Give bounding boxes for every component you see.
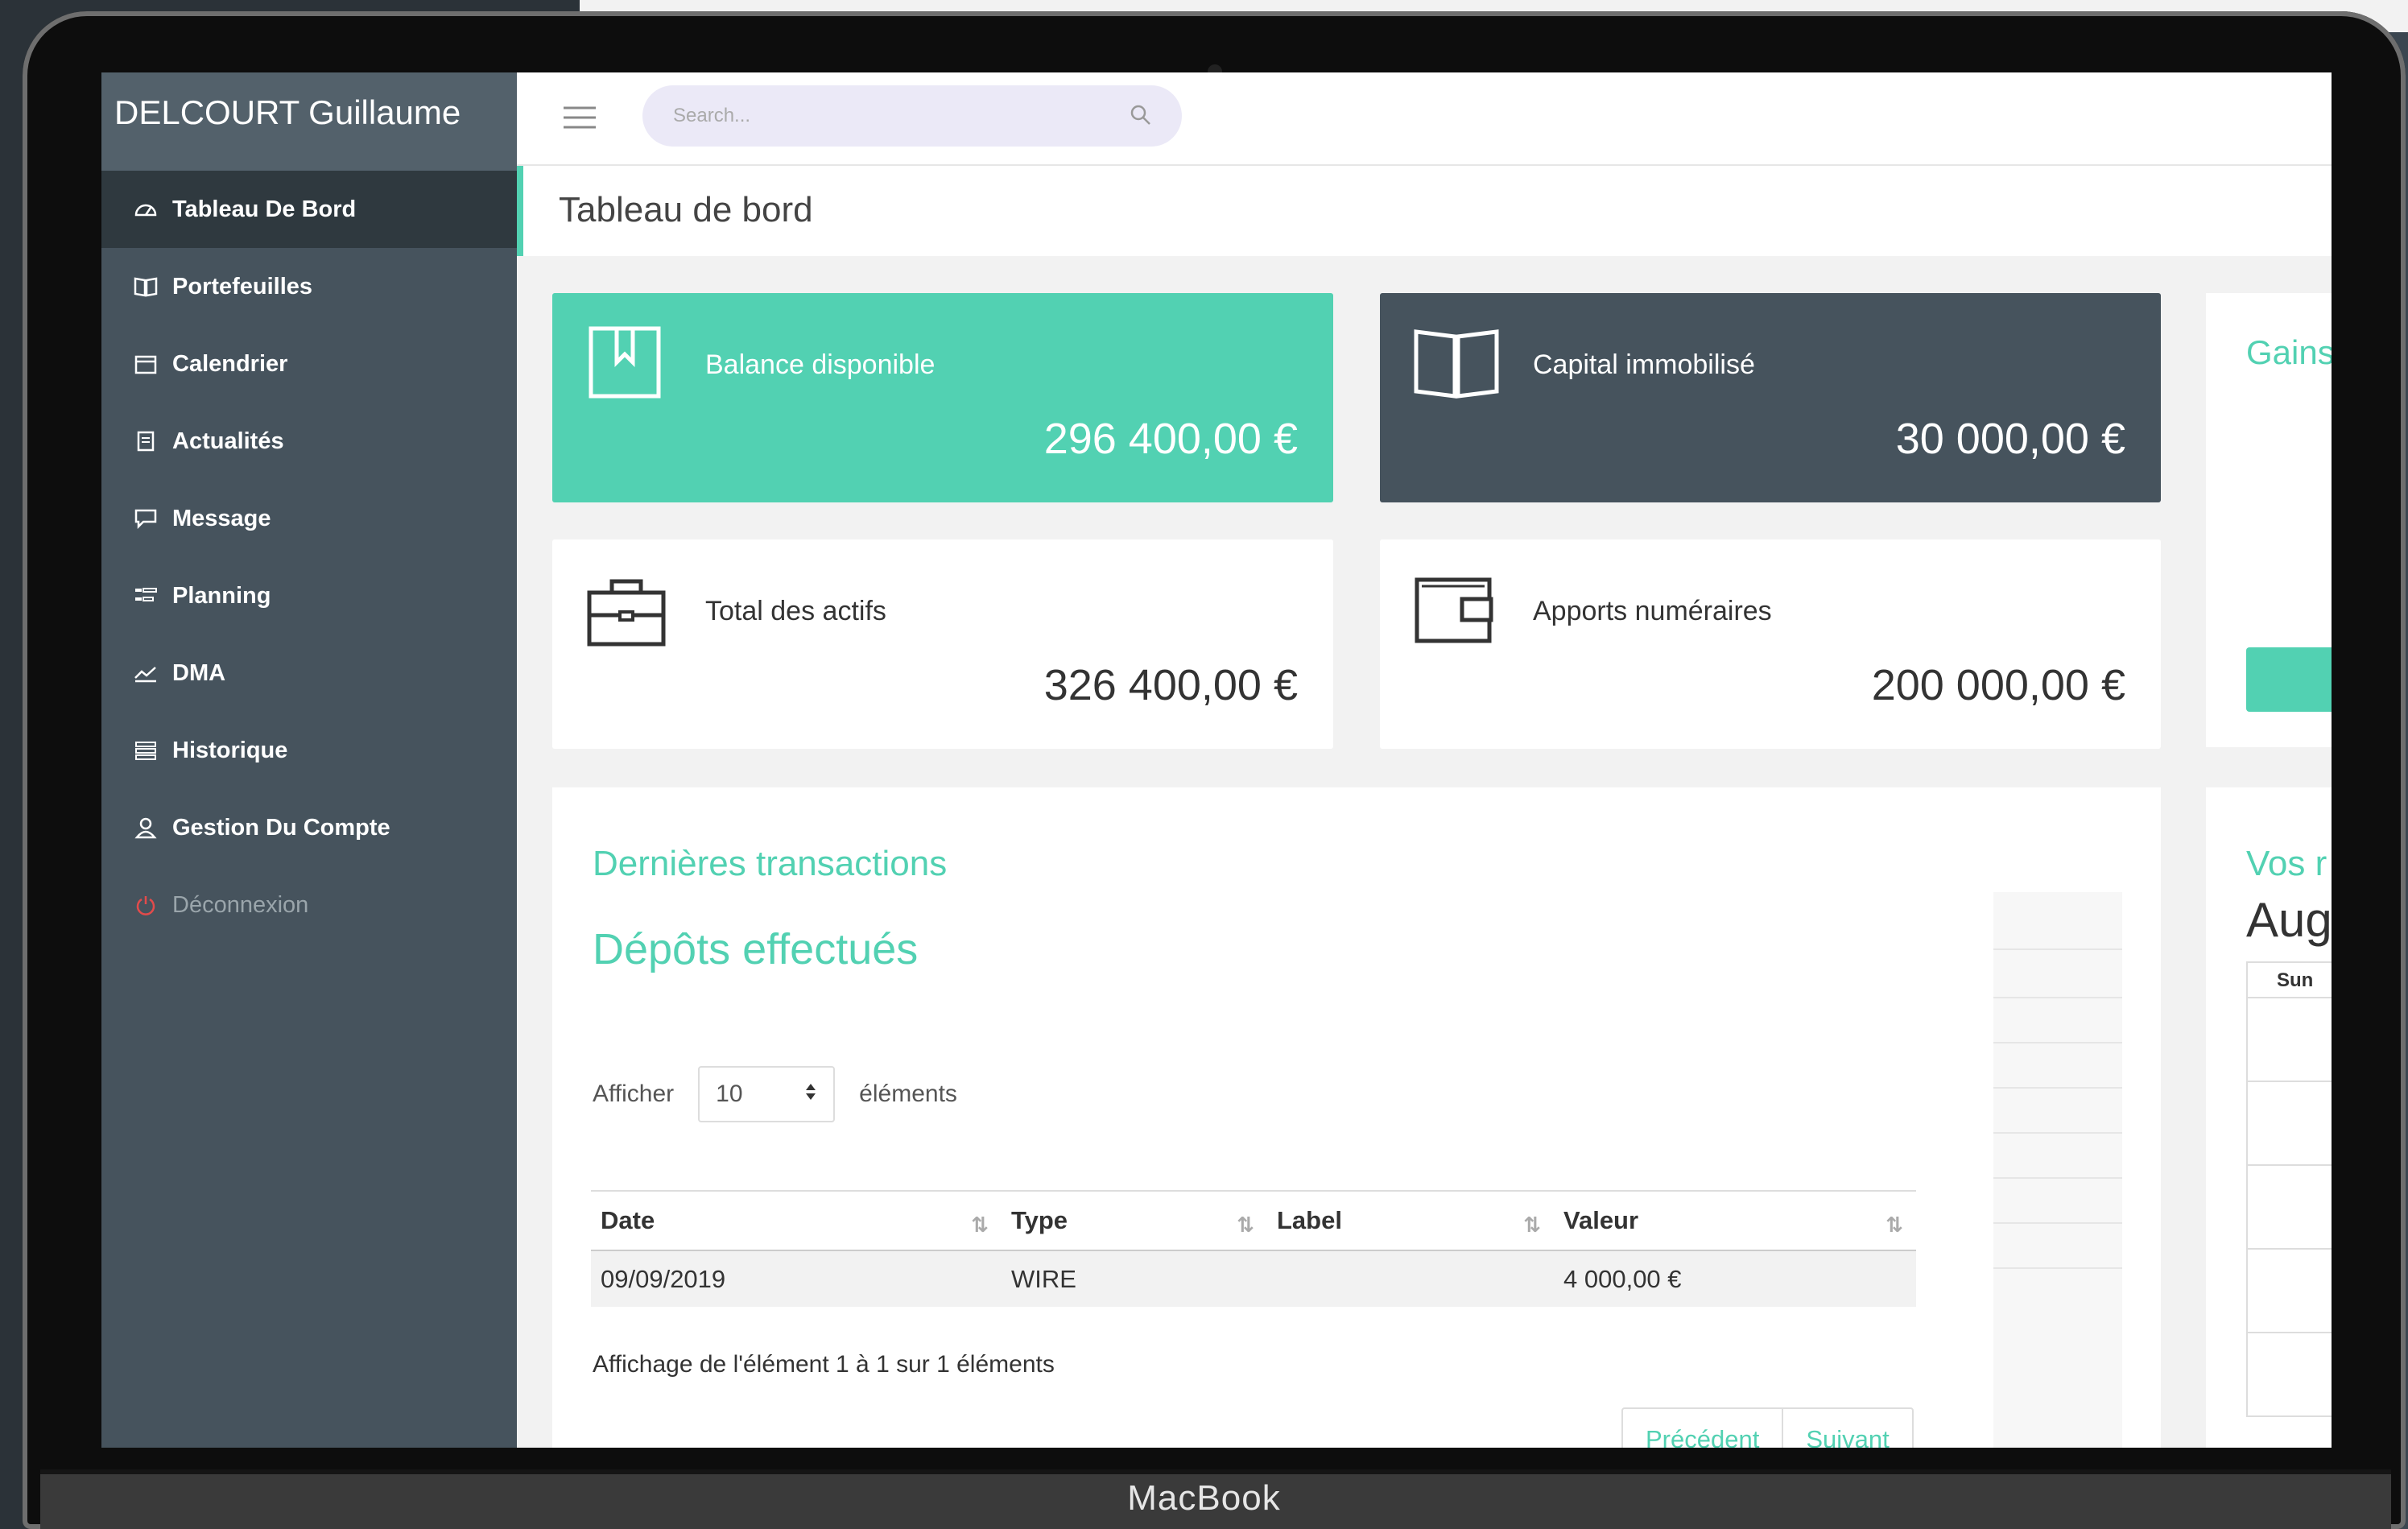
- bookmark-icon: [584, 322, 665, 407]
- calendar-month: Aug: [2246, 893, 2332, 947]
- sidebar-item-portefeuilles[interactable]: Portefeuilles: [101, 248, 517, 325]
- cell-date: 09/09/2019: [591, 1250, 1002, 1307]
- page-size-control: Afficher 10 éléments: [593, 1066, 957, 1122]
- column-header-valeur[interactable]: Valeur ⇅: [1554, 1190, 1916, 1251]
- wallet-icon: [1412, 568, 1496, 653]
- sidebar-item-label: Message: [172, 505, 271, 531]
- book-icon: [132, 275, 159, 299]
- sidebar-item-dma[interactable]: DMA: [101, 634, 517, 712]
- sidebar-item-message[interactable]: Message: [101, 480, 517, 557]
- column-header-date[interactable]: Date ⇅: [591, 1190, 1002, 1251]
- sidebar-item-label: DMA: [172, 659, 226, 686]
- sidebar-item-label: Historique: [172, 737, 288, 763]
- sidebar-item-label: Actualités: [172, 428, 284, 454]
- user-icon: [132, 816, 159, 840]
- topbar: Search...: [517, 72, 2332, 166]
- cell-value: 4 000,00 €: [1554, 1250, 1916, 1307]
- search-icon[interactable]: [1129, 103, 1153, 133]
- sort-icon: ⇅: [1523, 1213, 1541, 1237]
- card-value: 296 400,00 €: [1043, 415, 1298, 463]
- laptop-brand: MacBook: [1127, 1478, 1281, 1518]
- calendar-week[interactable]: 18: [2246, 1250, 2332, 1333]
- calendar-week[interactable]: 11: [2246, 1166, 2332, 1250]
- search-input[interactable]: Search...: [642, 85, 1182, 147]
- card-balance: Balance disponible 296 400,00 €: [552, 293, 1333, 502]
- transactions-title: Dépôts effectués: [593, 925, 919, 973]
- next-button[interactable]: Suivant: [1782, 1409, 1911, 1448]
- sort-icon: ⇅: [971, 1213, 989, 1237]
- news-icon: [132, 429, 159, 453]
- transactions-panel: Dernières transactions Dépôts effectués …: [552, 787, 2161, 1448]
- gains-button[interactable]: [2246, 647, 2332, 712]
- cell-label: [1267, 1250, 1554, 1307]
- sidebar-item-actualites[interactable]: Actualités: [101, 403, 517, 480]
- card-label: Total des actifs: [705, 596, 886, 626]
- planning-icon: [132, 584, 159, 608]
- calendar-week[interactable]: 25: [2246, 1333, 2332, 1417]
- pagination: Précédent Suivant: [1621, 1407, 1914, 1448]
- sidebar-item-historique[interactable]: Historique: [101, 712, 517, 789]
- card-apports: Apports numéraires 200 000,00 €: [1380, 539, 2161, 749]
- previous-button[interactable]: Précédent: [1623, 1409, 1782, 1448]
- card-value: 326 400,00 €: [1043, 661, 1298, 709]
- power-icon: [132, 893, 159, 917]
- sidebar-item-calendrier[interactable]: Calendrier: [101, 325, 517, 403]
- sidebar: DELCOURT Guillaume Tableau De Bord Porte…: [101, 72, 517, 1448]
- menu-icon[interactable]: [560, 103, 599, 132]
- column-header-type[interactable]: Type ⇅: [1002, 1190, 1267, 1251]
- calendar-card: Vos r Aug Sun 28 4 11 18 25: [2206, 787, 2332, 1448]
- page-size-value: 10: [716, 1081, 743, 1107]
- calendar-title: Vos r: [2246, 844, 2327, 883]
- sort-icon: ⇅: [1886, 1213, 1903, 1237]
- sidebar-item-label: Portefeuilles: [172, 273, 313, 300]
- sidebar-item-label: Déconnexion: [172, 891, 309, 918]
- show-label: Afficher: [593, 1081, 675, 1107]
- calendar-week[interactable]: 28: [2246, 998, 2332, 1082]
- calendar-week[interactable]: 4: [2246, 1082, 2332, 1166]
- search-placeholder: Search...: [673, 105, 751, 126]
- open-book-icon: [1412, 322, 1501, 407]
- card-label: Capital immobilisé: [1533, 349, 1755, 380]
- elements-label: éléments: [859, 1081, 957, 1107]
- sidebar-item-label: Tableau De Bord: [172, 196, 357, 222]
- select-arrows-icon: [804, 1081, 817, 1108]
- cell-type: WIRE: [1002, 1250, 1267, 1307]
- card-total-actifs: Total des actifs 326 400,00 €: [552, 539, 1333, 749]
- user-name: DELCOURT Guillaume: [101, 72, 517, 171]
- page-size-select[interactable]: 10: [698, 1066, 836, 1122]
- page-title: Tableau de bord: [517, 166, 2332, 256]
- card-value: 30 000,00 €: [1895, 415, 2125, 463]
- card-label: Apports numéraires: [1533, 596, 1772, 626]
- table-info: Affichage de l'élément 1 à 1 sur 1 éléme…: [593, 1351, 1055, 1378]
- gains-title: Gains: [2246, 333, 2332, 371]
- card-capital: Capital immobilisé 30 000,00 €: [1380, 293, 2161, 502]
- table-row: 09/09/2019 WIRE 4 000,00 €: [591, 1250, 1916, 1307]
- card-value: 200 000,00 €: [1871, 661, 2125, 709]
- briefcase-icon: [584, 568, 668, 656]
- list-icon: [132, 738, 159, 762]
- sidebar-item-label: Calendrier: [172, 350, 288, 377]
- column-header-label[interactable]: Label ⇅: [1267, 1190, 1554, 1251]
- sidebar-item-dashboard[interactable]: Tableau De Bord: [101, 171, 517, 248]
- sidebar-item-label: Gestion Du Compte: [172, 814, 390, 841]
- sort-icon: ⇅: [1237, 1213, 1254, 1237]
- sidebar-item-gestion-compte[interactable]: Gestion Du Compte: [101, 789, 517, 866]
- chart-line-icon: [132, 661, 159, 685]
- transactions-table: Date ⇅ Type ⇅ Label ⇅ Valeur ⇅ 09/09/2019 WI…: [591, 1190, 1916, 1307]
- transactions-subtitle: Dernières transactions: [593, 844, 948, 883]
- dashboard-icon: [132, 197, 159, 221]
- hidden-table-column: [1993, 892, 2122, 1448]
- card-label: Balance disponible: [705, 349, 936, 380]
- calendar-icon: [132, 352, 159, 376]
- sidebar-item-deconnexion[interactable]: Déconnexion: [101, 866, 517, 944]
- gains-card: Gains: [2206, 293, 2332, 747]
- chat-icon: [132, 506, 159, 531]
- sidebar-item-label: Planning: [172, 582, 271, 609]
- calendar-day-header: Sun: [2246, 961, 2332, 998]
- sidebar-item-planning[interactable]: Planning: [101, 557, 517, 634]
- app-screen: DELCOURT Guillaume Tableau De Bord Porte…: [101, 72, 2332, 1448]
